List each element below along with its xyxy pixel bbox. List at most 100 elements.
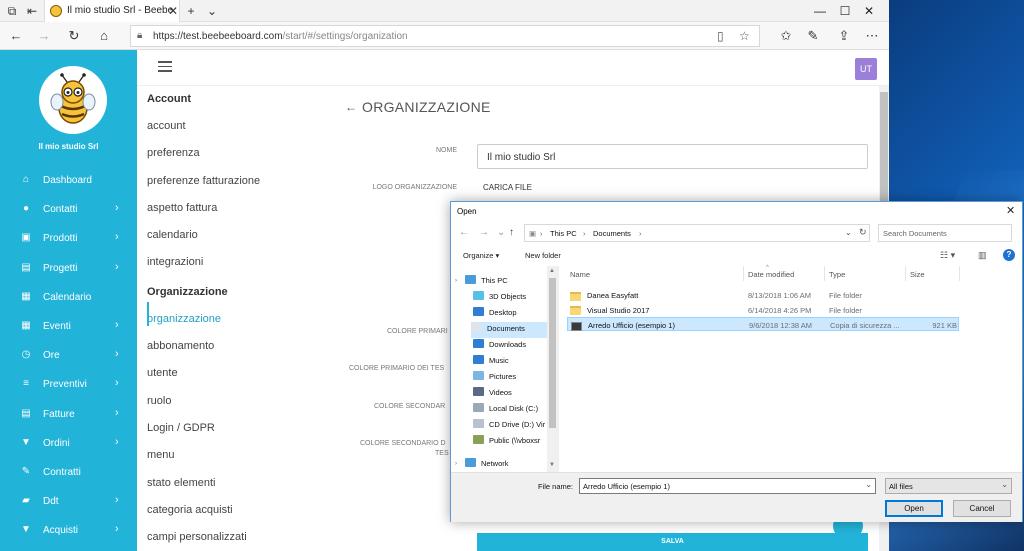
search-documents-input[interactable]: Search Documents bbox=[878, 224, 1012, 242]
back-arrow-icon[interactable]: ← bbox=[459, 227, 469, 238]
sidebar-item-preventivi[interactable]: ≡ Preventivi › bbox=[0, 369, 137, 398]
file-type-select[interactable]: All files ⌄ bbox=[885, 478, 1012, 494]
save-button[interactable]: SALVA bbox=[477, 533, 868, 551]
nav-pane-scrollbar[interactable]: ▲ ▼ bbox=[547, 266, 558, 472]
back-arrow-icon[interactable]: ← bbox=[345, 100, 357, 114]
forward-arrow-icon[interactable]: → bbox=[479, 227, 489, 238]
nav-tree-item[interactable]: Music bbox=[473, 354, 509, 370]
filename-label: File name: bbox=[538, 482, 574, 491]
refresh-icon[interactable]: ↻ bbox=[859, 227, 867, 238]
file-list-row[interactable]: Danea Easyfatt 8/13/2018 1:06 AM File fold… bbox=[567, 288, 959, 302]
view-options-icon[interactable]: ☷ ▾ bbox=[940, 250, 955, 261]
favorites-list-icon[interactable]: ✩ bbox=[778, 28, 794, 44]
share-icon[interactable]: ⇪ bbox=[836, 28, 852, 44]
settings-menu-item[interactable]: account bbox=[147, 117, 327, 144]
address-bar[interactable]: 🔒︎ https://test.beebeeboard.com/start/#/… bbox=[130, 25, 760, 47]
settings-menu-item[interactable]: calendario bbox=[147, 226, 327, 253]
settings-menu-item[interactable]: aspetto fattura bbox=[147, 199, 327, 226]
breadcrumb-this-pc[interactable]: This PC bbox=[550, 229, 577, 238]
tab-list-chevron-icon[interactable]: ⌄ bbox=[204, 3, 220, 19]
recent-locations-chevron-icon[interactable]: ⌄ bbox=[497, 227, 505, 238]
settings-menu-item[interactable]: campi personalizzati bbox=[147, 528, 327, 551]
tab-close-icon[interactable]: ✕ bbox=[165, 3, 181, 19]
tab-back-icon[interactable]: ⇤ bbox=[24, 3, 40, 19]
nav-tree-item[interactable]: Videos bbox=[473, 386, 512, 402]
calendar-check-icon: ▦ bbox=[21, 319, 31, 331]
filetype-dropdown-icon[interactable]: ⌄ bbox=[1001, 480, 1008, 489]
expand-chevron-icon[interactable]: › bbox=[455, 278, 457, 284]
filename-input[interactable]: Arredo Ufficio (esempio 1) ⌄ bbox=[579, 478, 876, 494]
settings-menu-item[interactable]: abbonamento bbox=[147, 337, 327, 364]
nav-tree-item[interactable]: Local Disk (C:) bbox=[473, 402, 538, 418]
sidebar-item-contratti[interactable]: ✎ Contratti bbox=[0, 457, 137, 486]
breadcrumb-documents[interactable]: Documents bbox=[593, 229, 631, 238]
col-type[interactable]: Type bbox=[829, 270, 845, 279]
home-icon[interactable]: ⌂ bbox=[96, 28, 112, 44]
sidebar-item-fatture[interactable]: ▤ Fatture › bbox=[0, 399, 137, 428]
nav-tree-item[interactable]: Documents bbox=[471, 322, 554, 338]
nav-tree-item[interactable]: 3D Objects bbox=[473, 290, 526, 306]
user-avatar[interactable]: UT bbox=[855, 58, 877, 80]
file-list-row[interactable]: Visual Studio 2017 6/14/2018 4:26 PM File … bbox=[567, 303, 959, 317]
close-window-button[interactable]: ✕ bbox=[846, 0, 889, 22]
nav-tree-item[interactable]: CD Drive (D:) Vir bbox=[473, 418, 545, 434]
sidebar-item-prodotti[interactable]: ▣ Prodotti › bbox=[0, 223, 137, 252]
col-name[interactable]: Name bbox=[570, 270, 590, 279]
upload-file-button[interactable]: CARICA FILE bbox=[483, 183, 532, 192]
filename-dropdown-icon[interactable]: ⌄ bbox=[865, 480, 872, 489]
sidebar-item-progetti[interactable]: ▤ Progetti › bbox=[0, 253, 137, 282]
settings-menu-item[interactable]: preferenza bbox=[147, 144, 327, 171]
user-icon: ● bbox=[22, 203, 30, 215]
sidebar-item-calendario[interactable]: ▦ Calendario bbox=[0, 282, 137, 311]
nav-tree-item[interactable]: Downloads bbox=[473, 338, 526, 354]
sidebar-item-contatti[interactable]: ● Contatti › bbox=[0, 194, 137, 223]
preview-pane-icon[interactable]: ▥ bbox=[978, 250, 987, 261]
nav-tree-item[interactable]: Network bbox=[465, 457, 509, 473]
nav-tree-item[interactable]: Pictures bbox=[473, 370, 516, 386]
settings-menu-item[interactable]: utente bbox=[147, 364, 327, 391]
collapse-menu-icon[interactable] bbox=[158, 61, 172, 73]
sidebar-item-ordini[interactable]: ▼ Ordini › bbox=[0, 428, 137, 457]
favorite-star-icon[interactable]: ☆ bbox=[739, 29, 750, 43]
sidebar-item-acquisti[interactable]: ▼ Acquisti › bbox=[0, 515, 137, 544]
nome-input[interactable]: Il mio studio Srl bbox=[477, 144, 868, 169]
address-dropdown-icon[interactable]: ⌄ bbox=[845, 228, 852, 237]
notes-pen-icon[interactable]: ✎ bbox=[805, 28, 821, 44]
browser-tab[interactable]: Il mio studio Srl - Beebe bbox=[44, 0, 180, 22]
settings-menu-item[interactable]: integrazioni bbox=[147, 253, 327, 280]
new-folder-button[interactable]: New folder bbox=[525, 251, 561, 260]
settings-menu-item[interactable]: preferenze fatturazione bbox=[147, 172, 327, 199]
nav-tree-item[interactable]: This PC bbox=[465, 274, 508, 290]
expand-chevron-icon[interactable]: › bbox=[455, 461, 457, 467]
cancel-button[interactable]: Cancel bbox=[953, 500, 1011, 517]
col-date-modified[interactable]: Date modified bbox=[748, 270, 794, 279]
settings-menu-item[interactable]: organizzazione bbox=[147, 310, 327, 337]
help-icon[interactable]: ? bbox=[1003, 249, 1015, 261]
sidebar-item-dashboard[interactable]: ⌂ Dashboard bbox=[0, 165, 137, 194]
up-arrow-icon[interactable]: ↑ bbox=[509, 227, 514, 238]
settings-menu-item[interactable]: Login / GDPR bbox=[147, 419, 327, 446]
sidebar-item-eventi[interactable]: ▦ Eventi › bbox=[0, 311, 137, 340]
settings-menu-item[interactable]: ruolo bbox=[147, 392, 327, 419]
refresh-icon[interactable]: ↻ bbox=[66, 28, 82, 44]
reading-view-icon[interactable]: ▯ bbox=[717, 29, 724, 43]
nav-tree-item[interactable]: Public (\\vboxsr bbox=[473, 434, 540, 450]
new-tab-icon[interactable]: + bbox=[183, 3, 199, 19]
settings-menu-item[interactable]: menu bbox=[147, 446, 327, 473]
tab-set-aside-icon[interactable]: ⧉ bbox=[4, 3, 20, 19]
sidebar-item-ore[interactable]: ◷ Ore › bbox=[0, 340, 137, 369]
back-arrow-icon[interactable]: ← bbox=[8, 28, 24, 44]
file-list-row[interactable]: Arredo Ufficio (esempio 1) 9/6/2018 12:38… bbox=[567, 317, 959, 331]
settings-menu-item[interactable]: categoria acquisti bbox=[147, 501, 327, 528]
dialog-close-button[interactable]: ✕ bbox=[1006, 204, 1015, 217]
organize-button[interactable]: Organize ▾ bbox=[463, 251, 499, 260]
settings-menu-item[interactable]: stato elementi bbox=[147, 474, 327, 501]
nav-tree-item[interactable]: Desktop bbox=[473, 306, 517, 322]
company-logo bbox=[39, 66, 107, 134]
breadcrumb[interactable]: ▣ › This PC › Documents › ⌄ ↻ bbox=[524, 224, 870, 242]
col-size[interactable]: Size bbox=[910, 270, 925, 279]
open-button[interactable]: Open bbox=[885, 500, 943, 517]
sidebar-item-ddt[interactable]: ▰ Ddt › bbox=[0, 486, 137, 515]
forward-arrow-icon[interactable]: → bbox=[36, 28, 52, 44]
more-menu-icon[interactable]: ⋯ bbox=[864, 28, 880, 44]
